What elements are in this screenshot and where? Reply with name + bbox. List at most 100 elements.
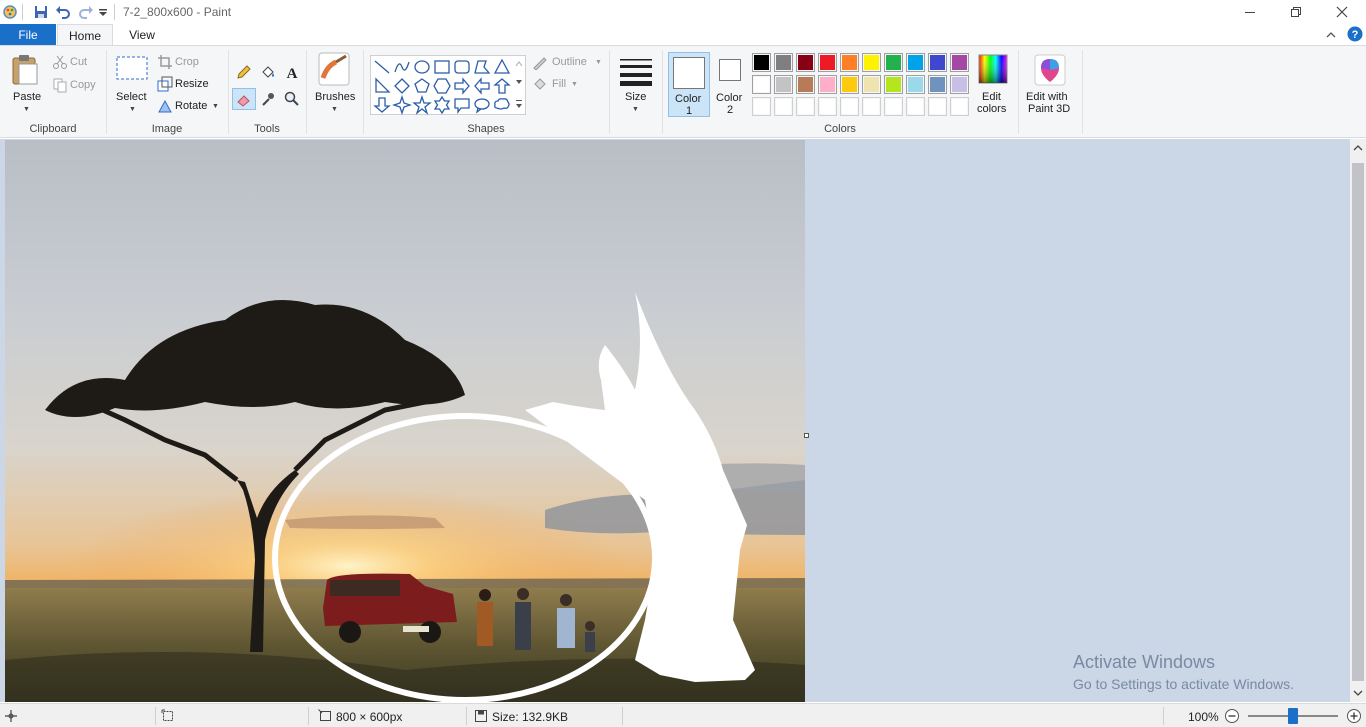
scrollbar-thumb[interactable] — [1352, 163, 1364, 681]
fill-button[interactable]: Fill ▼ — [532, 76, 592, 94]
line-shape-icon[interactable] — [372, 57, 392, 77]
copy-icon — [53, 78, 67, 93]
palette-color-swatch[interactable] — [928, 53, 947, 72]
palette-color-swatch[interactable] — [752, 53, 771, 72]
magnifier-icon[interactable] — [284, 91, 300, 107]
ribbon-separator — [106, 50, 107, 134]
curve-shape-icon[interactable] — [392, 57, 412, 77]
scroll-up-icon[interactable] — [1353, 143, 1363, 153]
collapse-ribbon-icon[interactable] — [1325, 29, 1337, 41]
customize-toolbar-icon[interactable] — [97, 4, 109, 20]
six-point-star-shape-icon[interactable] — [432, 95, 452, 115]
tab-view[interactable]: View — [116, 24, 168, 46]
right-arrow-shape-icon[interactable] — [452, 76, 472, 96]
palette-color-swatch[interactable] — [818, 53, 837, 72]
fill-bucket-icon[interactable] — [260, 64, 276, 80]
palette-color-swatch[interactable] — [752, 97, 771, 116]
zoom-slider[interactable] — [1248, 708, 1338, 724]
palette-color-swatch[interactable] — [752, 75, 771, 94]
palette-color-swatch[interactable] — [796, 97, 815, 116]
palette-color-swatch[interactable] — [840, 53, 859, 72]
rotate-button[interactable]: Rotate ▼ — [157, 98, 221, 116]
crop-button[interactable]: Crop — [157, 54, 217, 72]
palette-color-swatch[interactable] — [928, 75, 947, 94]
five-point-star-shape-icon[interactable] — [412, 95, 432, 115]
palette-color-swatch[interactable] — [774, 75, 793, 94]
zoom-in-icon[interactable] — [1346, 708, 1362, 724]
brushes-button[interactable]: Brushes ▼ — [312, 50, 358, 120]
palette-color-swatch[interactable] — [774, 53, 793, 72]
palette-color-swatch[interactable] — [774, 97, 793, 116]
palette-color-swatch[interactable] — [862, 75, 881, 94]
copy-button[interactable]: Copy — [52, 77, 102, 95]
palette-color-swatch[interactable] — [818, 75, 837, 94]
rect-callout-shape-icon[interactable] — [452, 95, 472, 115]
palette-color-swatch[interactable] — [884, 75, 903, 94]
text-tool-icon[interactable]: A — [284, 64, 300, 80]
zoom-out-icon[interactable] — [1224, 708, 1240, 724]
close-button[interactable] — [1319, 0, 1365, 24]
palette-color-swatch[interactable] — [796, 75, 815, 94]
edit-colors-button[interactable]: Edit colors — [975, 52, 1011, 118]
palette-color-swatch[interactable] — [950, 75, 969, 94]
palette-color-swatch[interactable] — [906, 75, 925, 94]
outline-button[interactable]: Outline ▼ — [532, 54, 604, 72]
palette-color-swatch[interactable] — [862, 53, 881, 72]
tab-home[interactable]: Home — [57, 24, 113, 46]
palette-color-swatch[interactable] — [840, 97, 859, 116]
vertical-scrollbar[interactable] — [1350, 139, 1366, 702]
redo-icon[interactable] — [78, 4, 94, 20]
select-button[interactable]: Select ▼ — [112, 50, 152, 120]
size-button[interactable]: Size ▼ — [615, 50, 657, 120]
cloud-callout-shape-icon[interactable] — [492, 95, 512, 115]
cut-button[interactable]: Cut — [52, 54, 102, 72]
palette-color-swatch[interactable] — [840, 75, 859, 94]
rectangle-shape-icon[interactable] — [432, 57, 452, 77]
resize-button[interactable]: Resize — [157, 76, 217, 94]
edit-with-paint3d-button[interactable]: Edit with Paint 3D — [1022, 52, 1078, 118]
palette-color-fill — [754, 77, 769, 92]
paste-button[interactable]: Paste ▼ — [6, 50, 46, 120]
image-dimensions-icon — [318, 709, 331, 721]
diamond-shape-icon[interactable] — [392, 76, 412, 96]
tab-file[interactable]: File — [0, 24, 56, 46]
canvas-resize-handle-right[interactable] — [804, 433, 809, 438]
minimize-button[interactable] — [1227, 0, 1273, 24]
save-icon[interactable] — [33, 4, 49, 20]
pentagon-shape-icon[interactable] — [412, 76, 432, 96]
restore-button[interactable] — [1273, 0, 1319, 24]
up-arrow-shape-icon[interactable] — [492, 76, 512, 96]
drawing-canvas[interactable] — [5, 140, 805, 702]
palette-color-swatch[interactable] — [906, 53, 925, 72]
palette-color-swatch[interactable] — [950, 97, 969, 116]
right-triangle-shape-icon[interactable] — [372, 76, 392, 96]
zoom-slider-thumb[interactable] — [1288, 708, 1298, 724]
hexagon-shape-icon[interactable] — [432, 76, 452, 96]
shapes-scroll-icon[interactable] — [514, 58, 524, 114]
color2-number: 2 — [727, 104, 734, 116]
down-arrow-shape-icon[interactable] — [372, 95, 392, 115]
scroll-down-icon[interactable] — [1353, 688, 1363, 698]
color1-button[interactable]: Color 1 — [668, 52, 710, 117]
left-arrow-shape-icon[interactable] — [472, 76, 492, 96]
four-point-star-shape-icon[interactable] — [392, 95, 412, 115]
color-picker-icon[interactable] — [260, 91, 276, 107]
undo-icon[interactable] — [55, 4, 71, 20]
palette-color-swatch[interactable] — [884, 97, 903, 116]
polygon-shape-icon[interactable] — [472, 57, 492, 77]
palette-color-swatch[interactable] — [796, 53, 815, 72]
rounded-rectangle-shape-icon[interactable] — [452, 57, 472, 77]
palette-color-swatch[interactable] — [950, 53, 969, 72]
palette-color-swatch[interactable] — [928, 97, 947, 116]
palette-color-swatch[interactable] — [862, 97, 881, 116]
oval-shape-icon[interactable] — [412, 57, 432, 77]
palette-color-swatch[interactable] — [818, 97, 837, 116]
color2-button[interactable] — [719, 59, 741, 81]
eraser-tool[interactable] — [232, 88, 256, 110]
palette-color-swatch[interactable] — [884, 53, 903, 72]
oval-callout-shape-icon[interactable] — [472, 95, 492, 115]
triangle-shape-icon[interactable] — [492, 57, 512, 77]
palette-color-swatch[interactable] — [906, 97, 925, 116]
help-icon[interactable]: ? — [1347, 26, 1363, 42]
pencil-icon[interactable] — [236, 64, 252, 80]
